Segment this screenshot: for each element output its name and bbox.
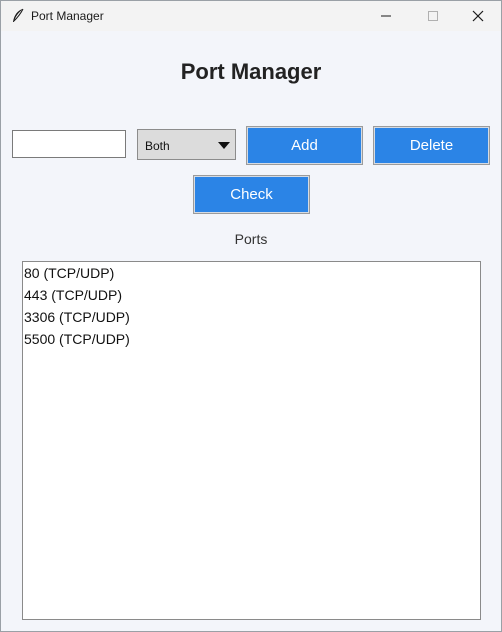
add-button[interactable]: Add [246,126,363,165]
list-item[interactable]: 3306 (TCP/UDP) [23,306,480,328]
list-item[interactable]: 5500 (TCP/UDP) [23,328,480,350]
list-item[interactable]: 80 (TCP/UDP) [23,262,480,284]
list-item[interactable]: 443 (TCP/UDP) [23,284,480,306]
ports-listbox[interactable]: 80 (TCP/UDP) 443 (TCP/UDP) 3306 (TCP/UDP… [22,261,481,620]
minimize-icon [381,15,391,17]
title-bar[interactable]: Port Manager [1,1,501,31]
protocol-select[interactable]: Both [137,129,236,160]
maximize-icon [428,11,438,21]
delete-button[interactable]: Delete [373,126,490,165]
window-title: Port Manager [31,9,104,23]
feather-icon [11,8,25,24]
app-window: Port Manager Port Manager Both Add Delet… [0,0,502,632]
minimize-button[interactable] [363,1,409,31]
check-button[interactable]: Check [193,175,310,214]
close-button[interactable] [455,1,501,31]
protocol-select-value: Both [145,139,170,153]
maximize-button[interactable] [409,1,455,31]
ports-label: Ports [234,231,268,247]
chevron-down-icon [218,142,230,149]
port-input[interactable] [12,130,126,158]
page-title: Port Manager [180,59,322,84]
close-icon [472,10,484,22]
